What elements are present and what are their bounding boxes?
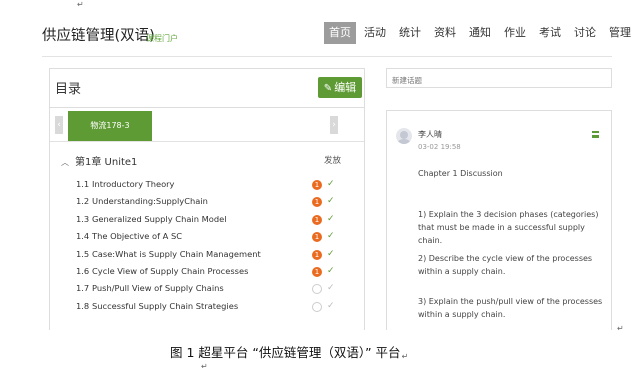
lesson-item[interactable]: 1.7 Push/Pull View of Supply Chains	[76, 283, 224, 297]
lesson-item[interactable]: 1.4 The Objective of A SC	[76, 231, 182, 245]
checkmark-icon[interactable]: ✓	[327, 283, 335, 293]
header-divider	[42, 56, 612, 57]
lesson-title: Generalized Supply Chain Model	[92, 213, 227, 224]
chevron-right-icon[interactable]: ›	[330, 116, 338, 134]
checkmark-icon[interactable]: ✓	[327, 249, 335, 259]
lesson-number: 1.1	[76, 179, 90, 189]
task-status-icon: 1	[312, 267, 322, 277]
empty-circle-icon	[312, 284, 322, 295]
nav-materials[interactable]: 资料	[429, 22, 461, 44]
return-mark: ↵	[401, 352, 409, 361]
lesson-item[interactable]: 1.8 Successful Supply Chain Strategies	[76, 301, 238, 315]
chevron-up-icon[interactable]: ︿	[61, 158, 69, 167]
lesson-item[interactable]: 1.2 Understanding:SupplyChain	[76, 196, 208, 210]
nav-exams[interactable]: 考试	[534, 22, 566, 44]
checkmark-icon[interactable]: ✓	[327, 266, 335, 276]
lesson-title: The Objective of A SC	[92, 231, 183, 242]
checkmark-icon[interactable]: ✓	[327, 196, 335, 206]
figure-caption-text: 图 1 超星平台 “供应链管理（双语）” 平台	[170, 345, 401, 360]
post-question: 1) Explain the 3 decision phases (catego…	[418, 210, 599, 245]
catalog-title: 目录	[55, 82, 82, 97]
return-mark: ↵	[201, 362, 208, 371]
lesson-item[interactable]: 1.1 Introductory Theory	[76, 179, 174, 193]
top-nav: 首页 活动 统计 资料 通知 作业 考试 讨论 管理	[324, 22, 638, 44]
class-tab[interactable]: 物流178-3	[68, 111, 152, 141]
lesson-title: Introductory Theory	[92, 179, 175, 189]
return-mark: ↵	[617, 324, 624, 333]
lesson-item[interactable]: 1.3 Generalized Supply Chain Model	[76, 214, 227, 228]
post-question: 2) Describe the cycle view of the proces…	[418, 254, 593, 276]
lesson-number: 1.6	[76, 266, 90, 276]
nav-notices[interactable]: 通知	[464, 22, 496, 44]
course-title: 供应链管理(双语)	[42, 28, 155, 44]
task-status-icon: 1	[312, 249, 322, 260]
discussion-post: 李人晴 03-02 19:58 Chapter 1 Discussion 1) …	[386, 110, 612, 330]
task-status-icon: 1	[312, 232, 322, 243]
lesson-title: Case:What is Supply Chain Management	[92, 248, 261, 259]
figure-caption: 图 1 超星平台 “供应链管理（双语）” 平台↵	[170, 342, 409, 361]
nav-discussion[interactable]: 讨论	[569, 22, 601, 44]
nav-homework[interactable]: 作业	[499, 22, 531, 44]
nav-manage[interactable]: 管理	[604, 22, 636, 44]
nav-home[interactable]: 首页	[324, 22, 356, 44]
publish-column-label: 发放	[324, 156, 342, 166]
avatar	[396, 128, 412, 144]
nav-statistics[interactable]: 统计	[394, 22, 426, 44]
catalog-divider	[50, 107, 364, 108]
post-question: 3) Explain the push/pull view of the pro…	[418, 297, 603, 319]
pencil-icon: ✎	[323, 83, 333, 94]
course-header: 供应链管理(双语) 课程门户 首页 活动 统计 资料 通知 作业 考试 讨论 管…	[0, 0, 631, 58]
post-author[interactable]: 李人晴	[418, 129, 442, 140]
lesson-number: 1.5	[76, 248, 90, 259]
new-topic-input[interactable]: 新建话题	[386, 68, 612, 88]
lesson-item[interactable]: 1.6 Cycle View of Supply Chain Processes	[76, 266, 248, 280]
checkmark-icon[interactable]: ✓	[327, 231, 335, 241]
task-status-icon: 1	[312, 214, 322, 225]
lesson-number: 1.4	[76, 231, 90, 242]
task-status-icon: 1	[312, 180, 322, 190]
lesson-title: Push/Pull View of Supply Chains	[92, 283, 224, 294]
post-time: 03-02 19:58	[418, 143, 461, 151]
lesson-item[interactable]: 1.5 Case:What is Supply Chain Management	[76, 249, 261, 263]
course-portal-link[interactable]: 课程门户	[146, 33, 178, 44]
lesson-title: Successful Supply Chain Strategies	[92, 300, 239, 311]
lesson-number: 1.8	[76, 300, 90, 311]
empty-circle-icon	[312, 301, 322, 312]
checkmark-icon[interactable]: ✓	[327, 214, 335, 224]
checkmark-icon[interactable]: ✓	[327, 301, 335, 311]
chapter-title: 第1章 Unite1	[75, 157, 138, 168]
lesson-number: 1.2	[76, 196, 90, 207]
lesson-title: Understanding:SupplyChain	[92, 196, 208, 207]
tab-divider	[50, 141, 364, 142]
catalog-panel: 目录 ✎ 编辑 ‹ 物流178-3 › ︿ 第1章 Unite1 发放 1.1 Int…	[49, 68, 365, 330]
lesson-number: 1.3	[76, 213, 90, 224]
menu-icon[interactable]	[592, 131, 599, 138]
nav-activity[interactable]: 活动	[359, 22, 391, 44]
chevron-left-icon[interactable]: ‹	[55, 116, 63, 134]
edit-button-label: 编辑	[334, 81, 357, 94]
task-status-icon: 1	[312, 197, 322, 208]
lesson-number: 1.7	[76, 283, 90, 294]
chapter-heading[interactable]: ︿ 第1章 Unite1	[61, 153, 137, 168]
checkmark-icon[interactable]: ✓	[327, 179, 335, 189]
post-title: Chapter 1 Discussion	[418, 169, 503, 178]
lesson-title: Cycle View of Supply Chain Processes	[92, 266, 249, 276]
edit-button[interactable]: ✎ 编辑	[318, 77, 362, 98]
